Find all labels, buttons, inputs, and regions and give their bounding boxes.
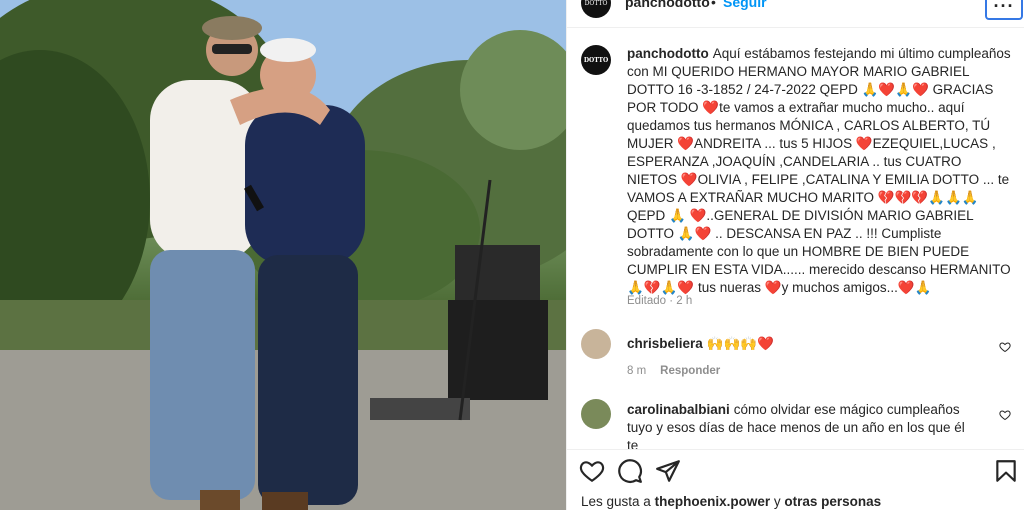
reply-button[interactable]: Responder [660,365,720,377]
commenter-avatar[interactable] [581,399,611,429]
heart-outline-icon[interactable] [579,458,605,484]
bookmark-icon[interactable] [993,458,1019,484]
caption-edited-time: Editado · 2 h [627,295,693,307]
author-avatar[interactable]: DOTTO [581,0,611,18]
caption-text-block: panchodotto Aquí estábamos festejando mi … [627,45,1011,297]
comment-username[interactable]: carolinabalbiani [627,402,730,417]
post-photo[interactable] [0,0,566,510]
comments-scroll-area[interactable]: DOTTO panchodotto Aquí estábamos festejan… [567,29,1024,449]
likes-summary[interactable]: Les gusta a thephoenix.power y otras per… [581,494,881,509]
caption-author-avatar[interactable]: DOTTO [581,45,611,75]
author-username[interactable]: panchodotto [625,0,710,10]
post-detail-pane: DOTTO panchodotto • Seguir ··· DOTTO pan… [566,0,1024,510]
comment-meta: 8 m Responder [627,365,734,377]
photo-scene [0,0,566,510]
header-separator: • [711,0,716,10]
more-options-button[interactable]: ··· [985,0,1023,20]
comment-like-icon[interactable] [999,341,1011,353]
likes-prefix: Les gusta a [581,494,651,509]
post-header: DOTTO panchodotto • Seguir ··· [567,0,1024,28]
comment-icon[interactable] [617,458,643,484]
follow-button[interactable]: Seguir [723,0,767,10]
comment-time: 8 m [627,365,647,377]
comment-username[interactable]: chrisbeliera [627,336,703,351]
likes-others[interactable]: otras personas [784,494,881,509]
post-actions-bar: Les gusta a thephoenix.power y otras per… [567,449,1024,510]
likes-connector: y [773,494,781,509]
comment-like-icon[interactable] [999,409,1011,421]
comment-text: 🙌🙌🙌❤️ [706,336,775,351]
commenter-avatar[interactable] [581,329,611,359]
comment-body: carolinabalbiani cómo olvidar ese mágico … [627,401,977,449]
caption-text: Aquí estábamos festejando mi último cump… [627,46,1011,295]
send-icon[interactable] [655,458,681,484]
comment-body: chrisbeliera 🙌🙌🙌❤️ [627,335,977,353]
caption-username[interactable]: panchodotto [627,46,709,61]
likes-user[interactable]: thephoenix.power [655,494,771,509]
